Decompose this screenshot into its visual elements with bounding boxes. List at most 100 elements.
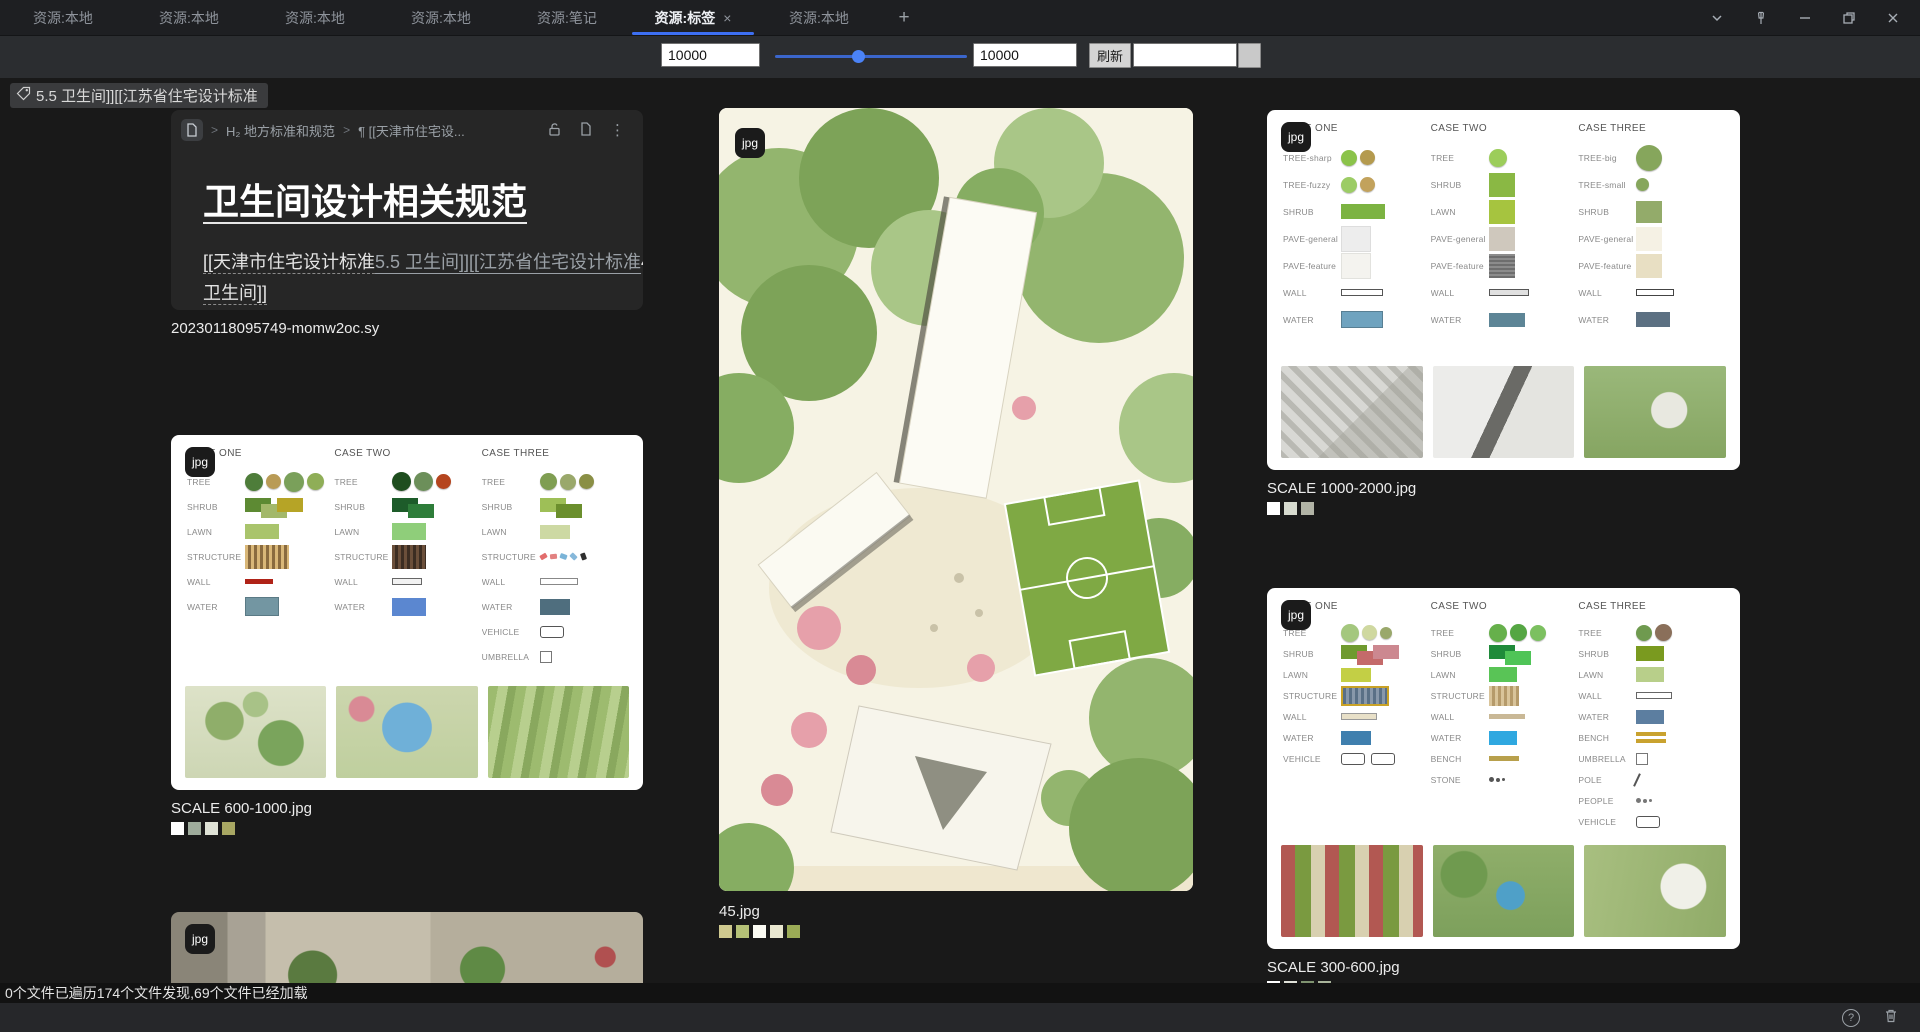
tab-5[interactable]: 资源:标签 ×: [630, 0, 756, 35]
apply-button[interactable]: [1238, 43, 1261, 68]
legend-swatch: [1488, 289, 1529, 296]
image-card-scale-300-600[interactable]: jpgCASE ONETREESHRUBLAWNSTRUCTUREWALLWAT…: [1267, 588, 1740, 949]
legend-row: SHRUB: [334, 494, 481, 519]
legend-row: WATER: [1578, 306, 1726, 333]
legend-column: CASE THREE TREE SHRUB LAWN STRUCTURE WALL WATE…: [482, 448, 629, 669]
breadcrumb-item[interactable]: H₂ 地方标准和规范: [226, 121, 335, 140]
legend-row: WALL: [1578, 279, 1726, 306]
legend-swatch: [1341, 289, 1383, 296]
legend-row: SHRUB: [1578, 198, 1726, 225]
legend-row-label: SHRUB: [1578, 648, 1610, 659]
color-swatch: [205, 822, 218, 835]
legend-row-label: SHRUB: [1578, 206, 1610, 217]
image-tile: jpgCASE ONETREE-sharpTREE-fuzzySHRUBPAVE…: [1267, 110, 1740, 515]
tab-label: 资源:标签: [654, 9, 716, 26]
legend-row-label: PAVE-feature: [1283, 260, 1337, 271]
legend-row: WALL: [1431, 706, 1579, 727]
tab-label: 资源:本地: [33, 9, 93, 26]
legend-swatch: [1488, 685, 1519, 706]
legend-row: WATER: [1431, 727, 1579, 748]
color-swatch: [1284, 502, 1297, 515]
unlock-icon[interactable]: [547, 122, 562, 139]
refresh-button[interactable]: 刷新: [1089, 43, 1132, 68]
tab-4[interactable]: 资源:笔记: [504, 0, 630, 35]
legend-column: CASE ONETREESHRUBLAWNSTRUCTUREWALLWATER: [187, 448, 334, 669]
legend-row: PAVE-feature: [1578, 252, 1726, 279]
tab-1[interactable]: 资源:本地: [126, 0, 252, 35]
tab-2[interactable]: 资源:本地: [252, 0, 378, 35]
legend-column-title: CASE TWO: [334, 448, 391, 459]
note-body: [[天津市住宅设计标准5.5 卫生间]][[江苏省住宅设计标准4.5 卫生间]]: [203, 247, 643, 309]
maximize-icon[interactable]: [1832, 4, 1866, 32]
help-icon[interactable]: ?: [1842, 1008, 1860, 1027]
tab-label: 资源:笔记: [537, 9, 597, 26]
filter-input[interactable]: [1133, 43, 1237, 67]
min-value-input[interactable]: [661, 43, 760, 67]
legend-row: SHRUB: [1431, 171, 1579, 198]
tab-3[interactable]: 资源:本地: [378, 0, 504, 35]
legend-swatch: [392, 578, 423, 585]
tab-close-icon[interactable]: ×: [723, 10, 731, 26]
legend-swatch: [539, 524, 570, 539]
tab-6[interactable]: 资源:本地: [756, 0, 882, 35]
chevron-down-icon[interactable]: [1700, 4, 1734, 32]
note-text-segment[interactable]: 5.5 卫生间]][[江苏省住宅设计标准: [375, 252, 641, 272]
note-card[interactable]: > H₂ 地方标准和规范 > ¶ [[天津市住宅设... ⋮ 卫生间设计相关规范…: [171, 110, 643, 310]
legend-swatch: [1636, 709, 1665, 724]
max-value-input[interactable]: [973, 43, 1077, 67]
minimize-icon[interactable]: [1788, 4, 1822, 32]
tag-filter-label: 5.5 卫生间]][[江苏省住宅设计标准: [36, 88, 258, 105]
legend-row: WATER: [1283, 306, 1431, 333]
legend-swatch: [1488, 226, 1515, 251]
legend-swatch: [539, 578, 578, 585]
legend-swatch: [1636, 798, 1654, 803]
legend-row-label: LAWN: [1283, 669, 1309, 680]
tab-0[interactable]: 资源:本地: [0, 0, 126, 35]
legend-column: CASE ONETREESHRUBLAWNSTRUCTUREWALLWATERV…: [1283, 601, 1431, 832]
tag-filter-chip[interactable]: 5.5 卫生间]][[江苏省住宅设计标准: [10, 83, 268, 108]
color-swatch: [736, 925, 749, 938]
legend-row-label: SHRUB: [1283, 648, 1314, 659]
legend-row: STRUCTURE: [187, 544, 334, 569]
color-swatches: [171, 822, 643, 835]
slider-thumb[interactable]: [851, 50, 865, 63]
range-slider[interactable]: [775, 47, 967, 65]
more-options-icon[interactable]: ⋮: [610, 123, 625, 138]
trash-icon[interactable]: [1884, 1008, 1898, 1028]
breadcrumb-item[interactable]: ¶ [[天津市住宅设...: [358, 121, 465, 140]
legend-swatch: [392, 472, 454, 491]
legend-swatch: [392, 523, 427, 540]
legend-swatch: [392, 544, 427, 569]
legend-row: TREE: [334, 469, 481, 494]
image-tile: jpg: [719, 108, 1193, 938]
legend-row: PAVE-feature: [1431, 252, 1579, 279]
pin-icon[interactable]: [1744, 4, 1778, 32]
legend-row: STONE: [1431, 769, 1579, 790]
legend-row-label: LAWN: [1430, 206, 1456, 217]
image-45-preview: [719, 108, 1193, 891]
legend-row: VEHICLE: [1283, 748, 1431, 769]
slider-track: [775, 55, 967, 58]
image-card-45[interactable]: jpg: [719, 108, 1193, 891]
legend-row: SHRUB: [482, 494, 629, 519]
legend-row: POLE: [1578, 769, 1726, 790]
new-tab-button[interactable]: +: [882, 0, 926, 35]
legend-swatch: [245, 524, 279, 539]
legend-row-label: WALL: [334, 576, 358, 587]
image-card-scale-1000-2000[interactable]: jpgCASE ONETREE-sharpTREE-fuzzySHRUBPAVE…: [1267, 110, 1740, 470]
preview-thumbnail: [1432, 845, 1575, 937]
file-icon[interactable]: [580, 121, 592, 139]
color-swatch: [753, 925, 766, 938]
close-icon[interactable]: [1876, 4, 1910, 32]
legend-row: WALL: [1283, 279, 1431, 306]
legend-row-label: TREE: [187, 476, 211, 487]
image-card-scale-600-1000[interactable]: jpgCASE ONETREESHRUBLAWNSTRUCTUREWALLWAT…: [171, 435, 643, 790]
legend-row-label: PAVE-feature: [1430, 260, 1484, 271]
content-area: 5.5 卫生间]][[江苏省住宅设计标准 > H₂ 地方标准和规范 > ¶ [[…: [0, 78, 1920, 983]
legend-swatch: [1341, 149, 1378, 166]
legend-row-label: UMBRELLA: [481, 651, 530, 662]
legend-row: WALL: [187, 569, 334, 594]
image-card-partial[interactable]: jpg: [171, 912, 643, 983]
color-swatch: [787, 925, 800, 938]
legend-row: PAVE-general: [1283, 225, 1431, 252]
